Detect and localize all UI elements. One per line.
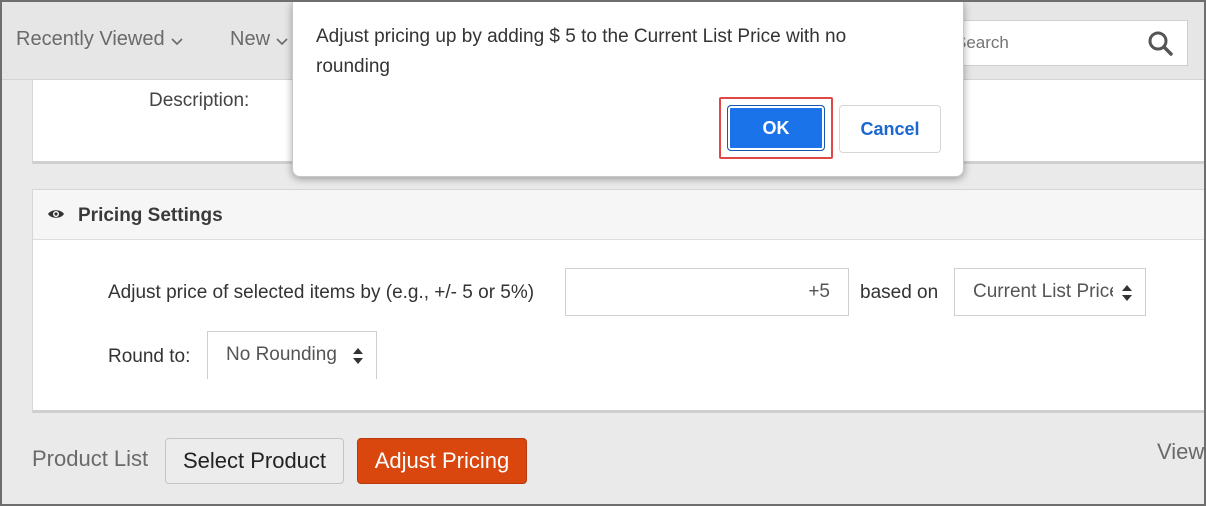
nav-new[interactable]: New (230, 28, 288, 51)
adjust-price-input[interactable]: +5 (565, 268, 849, 316)
pricing-settings-panel: Pricing Settings Adjust price of selecte… (32, 189, 1204, 413)
adjust-pricing-button[interactable]: Adjust Pricing (357, 438, 527, 484)
dialog-message: Adjust pricing up by adding $ 5 to the C… (316, 26, 847, 77)
cancel-button[interactable]: Cancel (839, 105, 941, 153)
round-to-select[interactable]: No Rounding (207, 331, 377, 379)
based-on-select-value: Current List Price (973, 281, 1113, 302)
search-input[interactable] (955, 29, 1135, 57)
pricing-settings-header[interactable]: Pricing Settings (33, 190, 1204, 240)
select-arrows-icon (1122, 285, 1132, 301)
nav-new-label: New (230, 28, 271, 50)
view-label[interactable]: View (1157, 439, 1204, 465)
round-to-select-value: No Rounding (226, 344, 337, 365)
chevron-down-icon (276, 33, 288, 49)
chevron-down-icon (171, 33, 183, 49)
select-product-button[interactable]: Select Product (165, 438, 344, 484)
product-list-label: Product List (32, 446, 149, 471)
eye-icon (48, 210, 64, 218)
adjust-price-label: Adjust price of selected items by (e.g.,… (108, 282, 535, 303)
nav-recently-viewed[interactable]: Recently Viewed (16, 28, 183, 51)
search-box[interactable] (948, 20, 1188, 66)
based-on-select[interactable]: Current List Price (954, 268, 1146, 316)
round-to-label: Round to: (108, 346, 191, 367)
pricing-settings-title: Pricing Settings (78, 205, 223, 226)
confirm-dialog: Adjust pricing up by adding $ 5 to the C… (292, 2, 964, 177)
based-on-label: based on (860, 282, 939, 303)
ok-button[interactable]: OK (727, 105, 825, 151)
app-window: Recently Viewed New Description: (0, 0, 1206, 506)
description-label: Description: (149, 90, 250, 111)
select-arrows-icon (353, 348, 363, 364)
search-icon[interactable] (1147, 30, 1173, 56)
nav-recently-viewed-label: Recently Viewed (16, 28, 165, 50)
